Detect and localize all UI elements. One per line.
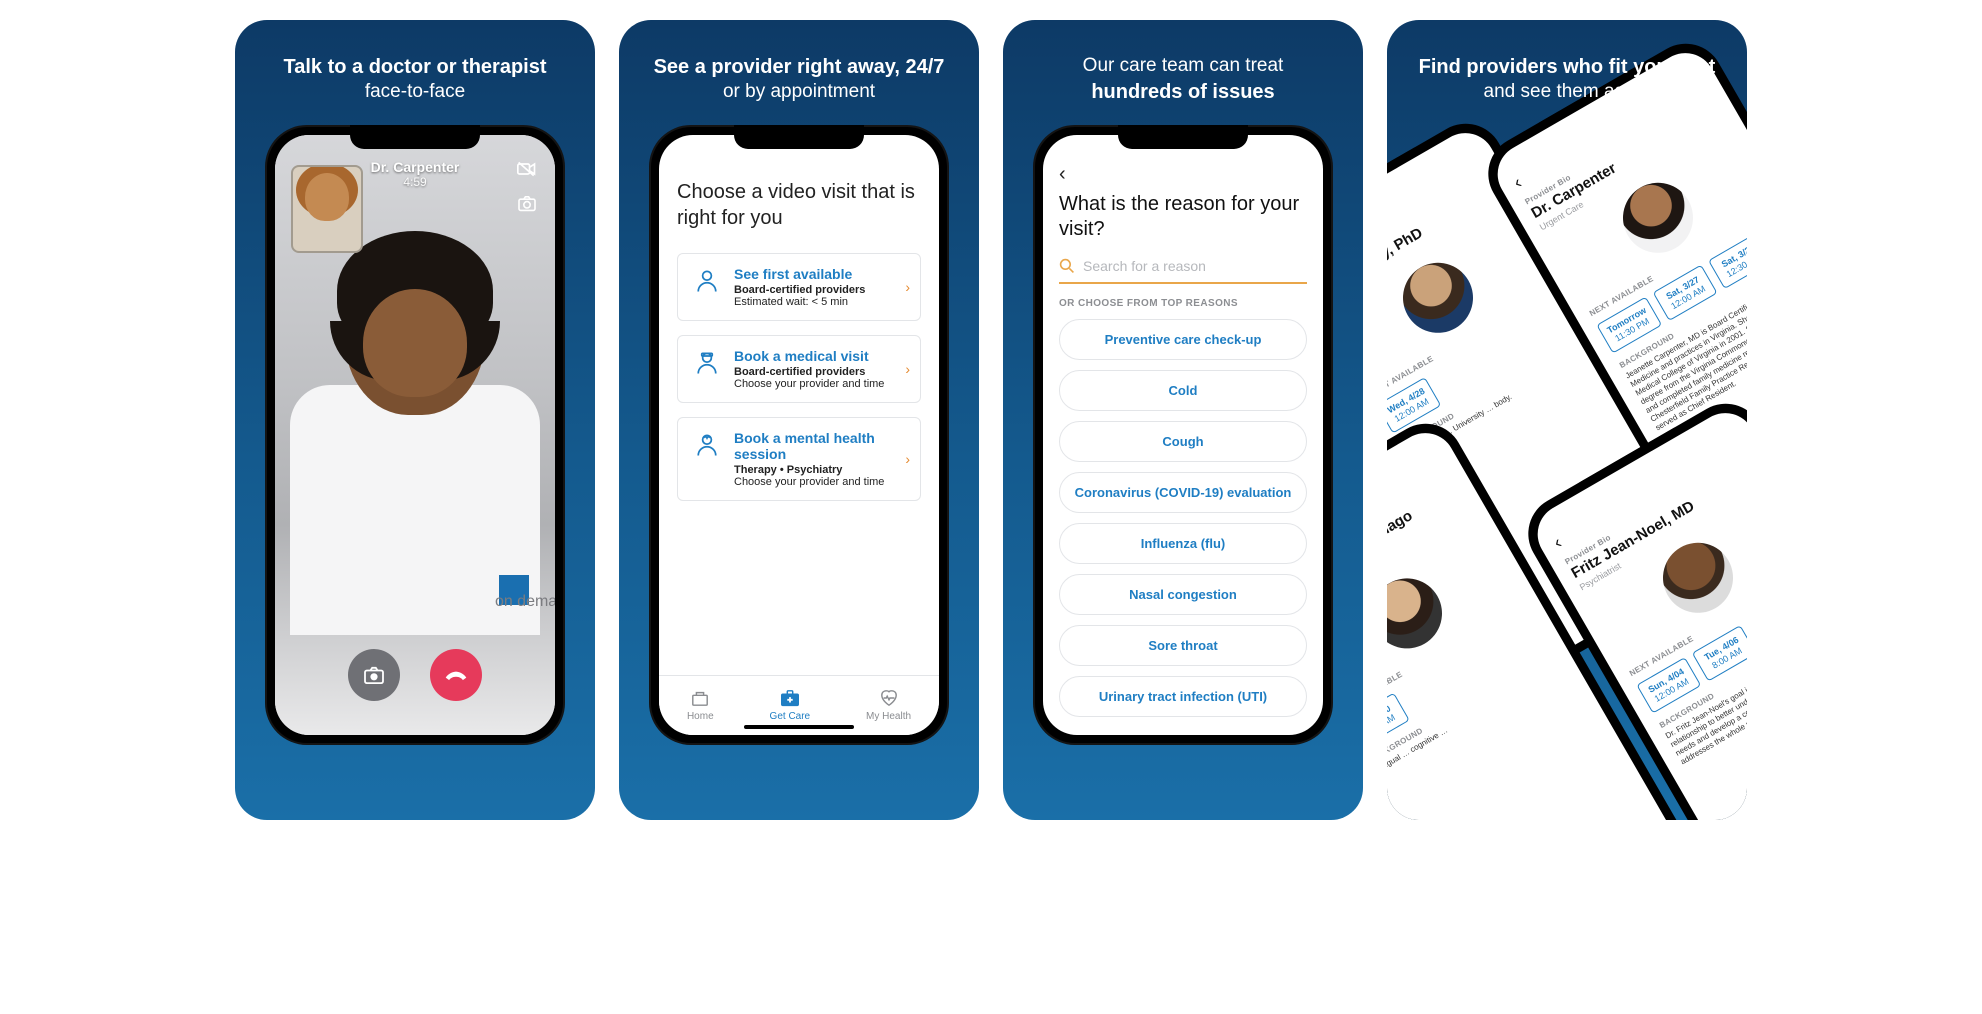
card-line1: Board-certified providers	[734, 366, 906, 378]
caption-subtitle: face-to-face	[284, 80, 547, 105]
caption-title: See a provider right away, 24/7	[654, 54, 945, 80]
video-call-screen: Dr. Carpenter 4:59 on demand	[275, 135, 555, 735]
heart-icon	[878, 688, 900, 708]
doctor-video-feed	[320, 245, 510, 505]
panel-caption: Talk to a doctor or therapist face-to-fa…	[266, 20, 565, 125]
reason-screen: ‹ What is the reason for your visit? Sea…	[1043, 135, 1323, 735]
reason-chip[interactable]: Urinary tract infection (UTI)	[1059, 676, 1307, 717]
panel-4: Find providers who fit you best and see …	[1387, 20, 1747, 820]
caption-subtitle: or by appointment	[654, 80, 945, 105]
provider-collage: ‹ Provider Bio Sarah Henry, PhD Psycholo…	[1387, 20, 1747, 820]
card-title: See first available	[734, 266, 906, 282]
chevron-right-icon: ›	[905, 361, 910, 377]
card-line2: Estimated wait: < 5 min	[734, 296, 906, 308]
tab-label: My Health	[866, 711, 911, 722]
reason-heading: What is the reason for your visit?	[1059, 192, 1307, 242]
chooser-heading: Choose a video visit that is right for y…	[677, 179, 921, 231]
card-line2: Choose your provider and time	[734, 476, 906, 488]
reason-chip[interactable]: Sore throat	[1059, 625, 1307, 666]
caption-title: Find providers who fit you best	[1419, 54, 1716, 80]
tab-label: Home	[687, 711, 714, 722]
panel-3: Our care team can treat hundreds of issu…	[1003, 20, 1363, 820]
caption-subtitle: and see them again	[1419, 80, 1716, 105]
medical-kit-icon	[779, 688, 801, 708]
provider-icon	[692, 348, 722, 378]
video-off-icon[interactable]	[517, 161, 537, 182]
tab-home[interactable]: Home	[687, 688, 714, 722]
end-call-button[interactable]	[430, 649, 482, 701]
app-store-screenshot-gallery: Talk to a doctor or therapist face-to-fa…	[0, 0, 1982, 840]
reason-chip[interactable]: Influenza (flu)	[1059, 523, 1307, 564]
card-line1: Board-certified providers	[734, 284, 906, 296]
back-button[interactable]: ‹	[1059, 163, 1307, 186]
card-book-medical-visit[interactable]: Book a medical visit Board-certified pro…	[677, 335, 921, 403]
panel-2: See a provider right away, 24/7 or by ap…	[619, 20, 979, 820]
notch	[734, 125, 864, 149]
panel-1: Talk to a doctor or therapist face-to-fa…	[235, 20, 595, 820]
caption-title: Talk to a doctor or therapist	[284, 54, 547, 80]
reason-chip[interactable]: Cough	[1059, 421, 1307, 462]
card-title: Book a mental health session	[734, 430, 906, 462]
brand-text-fragment: on demand	[495, 593, 555, 611]
search-placeholder: Search for a reason	[1083, 258, 1206, 274]
card-see-first-available[interactable]: See first available Board-certified prov…	[677, 253, 921, 321]
chevron-right-icon: ›	[905, 451, 910, 467]
home-icon	[689, 688, 711, 708]
tab-label: Get Care	[770, 711, 811, 722]
phone-frame: Dr. Carpenter 4:59 on demand	[265, 125, 565, 745]
phone-frame: ‹ What is the reason for your visit? Sea…	[1033, 125, 1333, 745]
reason-chip[interactable]: Coronavirus (COVID-19) evaluation	[1059, 472, 1307, 513]
reason-search[interactable]: Search for a reason	[1059, 252, 1307, 284]
reason-chip[interactable]: Nasal congestion	[1059, 574, 1307, 615]
reason-chip[interactable]: Cold	[1059, 370, 1307, 411]
caption-emphasis: hundreds of issues	[1083, 79, 1284, 105]
chevron-right-icon: ›	[905, 279, 910, 295]
card-line2: Choose your provider and time	[734, 378, 906, 390]
card-line1: Therapy • Psychiatry	[734, 464, 906, 476]
panel-caption: Our care team can treat hundreds of issu…	[1065, 20, 1302, 125]
caption-lead: Our care team can treat	[1083, 54, 1284, 79]
reason-chip[interactable]: Preventive care check-up	[1059, 319, 1307, 360]
search-icon	[1059, 258, 1075, 274]
camera-button[interactable]	[348, 649, 400, 701]
call-top-controls	[517, 161, 537, 217]
tab-get-care[interactable]: Get Care	[770, 688, 811, 722]
panel-caption: Find providers who fit you best and see …	[1401, 20, 1734, 125]
provider-icon	[692, 430, 722, 460]
panel-caption: See a provider right away, 24/7 or by ap…	[636, 20, 963, 125]
visit-chooser-screen: Choose a video visit that is right for y…	[659, 135, 939, 735]
camera-flip-icon[interactable]	[517, 196, 537, 217]
self-video-pip[interactable]	[291, 165, 363, 253]
section-label: OR CHOOSE FROM TOP REASONS	[1059, 298, 1307, 309]
call-bottom-controls	[275, 649, 555, 701]
card-title: Book a medical visit	[734, 348, 906, 364]
notch	[350, 125, 480, 149]
home-indicator	[744, 725, 854, 729]
notch	[1118, 125, 1248, 149]
card-book-mental-health[interactable]: Book a mental health session Therapy • P…	[677, 417, 921, 501]
tab-my-health[interactable]: My Health	[866, 688, 911, 722]
phone-frame: Choose a video visit that is right for y…	[649, 125, 949, 745]
provider-icon	[692, 266, 722, 296]
